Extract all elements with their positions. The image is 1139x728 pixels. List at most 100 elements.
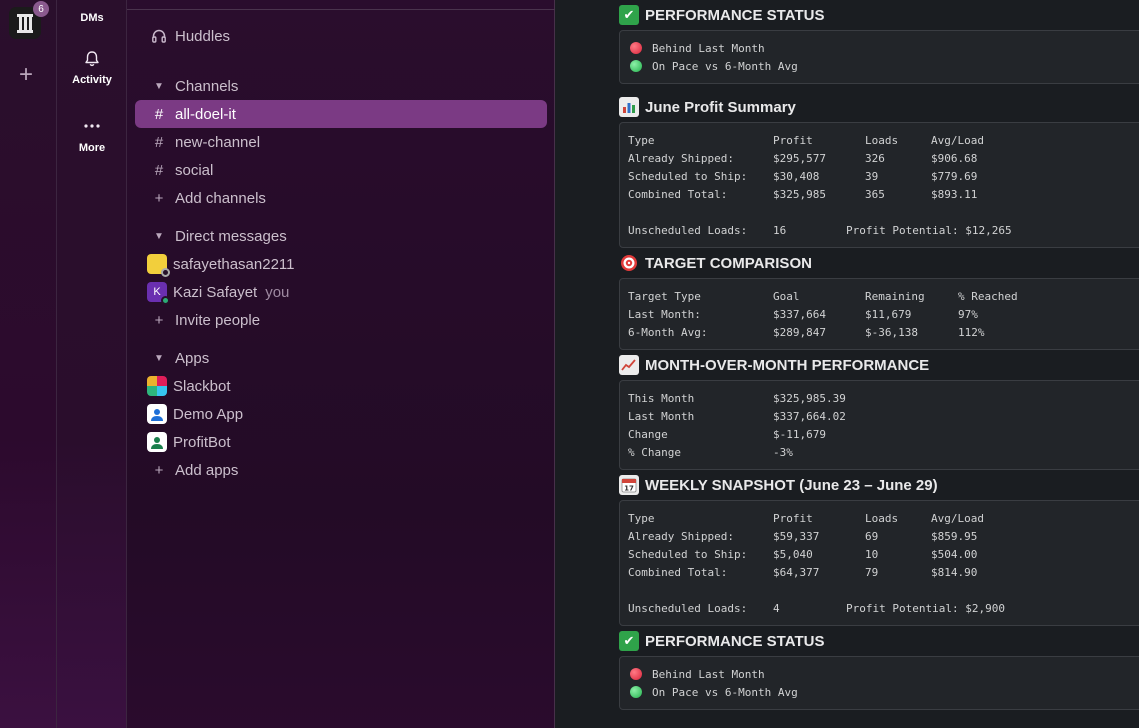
cell: This Month <box>628 392 695 405</box>
add-channels-button[interactable]: + Add channels <box>135 184 547 212</box>
caret-down-icon: ▼ <box>154 80 164 92</box>
plus-icon: + <box>154 311 164 329</box>
status-line: Behind Last Month <box>628 40 1139 58</box>
heading-text: PERFORMANCE STATUS <box>645 632 825 650</box>
channel-name: new-channel <box>175 133 261 151</box>
avatar <box>147 254 170 277</box>
col-header: Loads <box>865 134 899 147</box>
table-row: Scheduled to Ship: $30,408 39 $779.69 <box>628 168 1139 186</box>
status-line: On Pace vs 6-Month Avg <box>628 684 1139 702</box>
trend-up-icon <box>619 355 639 375</box>
heading-text: MONTH-OVER-MONTH PERFORMANCE <box>645 356 930 374</box>
green-circle-icon <box>630 686 642 698</box>
status-text: Behind Last Month <box>652 42 765 55</box>
nav-more[interactable]: More <box>57 118 127 154</box>
profitbot-icon <box>147 432 167 452</box>
cell: 97% <box>958 308 978 321</box>
cell: 69 <box>865 530 879 543</box>
cell: 10 <box>865 548 879 561</box>
cell: $295,577 <box>773 152 826 165</box>
sidebar-item-channel[interactable]: # social <box>135 156 547 184</box>
table-row: Last Month $337,664.02 <box>628 408 1139 426</box>
table-row: 6-Month Avg: $289,847 $-36,138 112% <box>628 324 1139 342</box>
table-row: Combined Total: $64,377 79 $814.90 <box>628 564 1139 582</box>
cell: $-36,138 <box>865 326 918 339</box>
sidebar-item-dm[interactable]: K Kazi Safayet you <box>135 278 547 306</box>
headphones-icon <box>149 28 169 44</box>
table-header: Type Profit Loads Avg/Load <box>628 132 1139 150</box>
workspace-rail: 6 + <box>0 0 56 728</box>
code-block: Type Profit Loads Avg/Load Already Shipp… <box>619 122 1139 248</box>
invite-people-button[interactable]: + Invite people <box>135 306 547 334</box>
status-line: On Pace vs 6-Month Avg <box>628 58 1139 76</box>
dm-section-header[interactable]: ▼ Direct messages <box>135 222 547 250</box>
table-row: Last Month: $337,664 $11,679 97% <box>628 306 1139 324</box>
add-workspace-icon[interactable]: + <box>15 63 37 87</box>
cell: $64,377 <box>773 566 820 579</box>
cell: $859.95 <box>931 530 978 543</box>
notification-badge: 6 <box>33 1 49 17</box>
heading-text: TARGET COMPARISON <box>645 254 812 272</box>
code-block: Type Profit Loads Avg/Load Already Shipp… <box>619 500 1139 626</box>
col-header: Profit <box>773 134 813 147</box>
cell: Profit Potential: $12,265 <box>846 224 1012 237</box>
nav-dms-label: DMs <box>80 12 104 24</box>
hash-icon: # <box>154 161 164 179</box>
col-header: Profit <box>773 512 813 525</box>
cell: Combined Total: <box>628 188 728 201</box>
section-label: Direct messages <box>175 227 287 245</box>
add-apps-label: Add apps <box>175 461 239 479</box>
section-heading: MONTH-OVER-MONTH PERFORMANCE <box>619 355 929 375</box>
calendar-icon: 17 <box>619 475 639 495</box>
section-heading: ✔ PERFORMANCE STATUS <box>619 5 824 25</box>
table-footer: Unscheduled Loads: 4 Profit Potential: $… <box>628 600 1139 618</box>
section-heading: June Profit Summary <box>619 97 796 117</box>
section-heading: TARGET COMPARISON <box>619 253 812 273</box>
cell: Scheduled to Ship: <box>628 170 748 183</box>
cell: $893.11 <box>931 188 978 201</box>
sidebar-item-app[interactable]: Demo App <box>135 400 547 428</box>
cell: $59,337 <box>773 530 820 543</box>
col-header: Type <box>628 134 655 147</box>
cell: $337,664 <box>773 308 826 321</box>
cell: $325,985 <box>773 188 826 201</box>
cell: 112% <box>958 326 985 339</box>
cell: $779.69 <box>931 170 978 183</box>
cell: $906.68 <box>931 152 978 165</box>
channels-section-header[interactable]: ▼ Channels <box>135 72 547 100</box>
section-heading: 17 WEEKLY SNAPSHOT (June 23 – June 29) <box>619 475 938 495</box>
col-header: Remaining <box>865 290 925 303</box>
slackbot-icon <box>147 376 167 396</box>
apps-section-header[interactable]: ▼ Apps <box>135 344 547 372</box>
avatar-initial: K <box>153 286 161 298</box>
cell: Already Shipped: <box>628 530 734 543</box>
table-row: Scheduled to Ship: $5,040 10 $504.00 <box>628 546 1139 564</box>
red-circle-icon <box>630 42 642 54</box>
sidebar-item-channel[interactable]: # new-channel <box>135 128 547 156</box>
code-block: Behind Last Month On Pace vs 6-Month Avg <box>619 30 1139 84</box>
cell: 39 <box>865 170 879 183</box>
cell: $337,664.02 <box>773 410 846 423</box>
sidebar-item-app[interactable]: Slackbot <box>135 372 547 400</box>
cell: $814.90 <box>931 566 978 579</box>
nav-activity[interactable]: Activity <box>57 50 127 86</box>
status-line: Behind Last Month <box>628 666 1139 684</box>
dm-name: safayethasan2211 <box>173 255 295 273</box>
target-icon <box>619 253 639 273</box>
avatar: K <box>147 282 170 305</box>
heading-text: June Profit Summary <box>645 98 796 116</box>
sidebar-item-app[interactable]: ProfitBot <box>135 428 547 456</box>
caret-down-icon: ▼ <box>154 352 164 364</box>
sidebar-item-dm[interactable]: safayethasan2211 <box>135 250 547 278</box>
cell: 4 <box>773 602 780 615</box>
nav-dms[interactable]: DMs <box>57 12 127 24</box>
add-apps-button[interactable]: + Add apps <box>135 456 547 484</box>
col-header: Avg/Load <box>931 134 984 147</box>
svg-text:17: 17 <box>624 485 634 493</box>
hash-icon: # <box>154 133 164 151</box>
sidebar-item-huddles[interactable]: Huddles <box>135 22 547 50</box>
sidebar-item-channel[interactable]: # all-doel-it <box>135 100 547 128</box>
table-row: Change $-11,679 <box>628 426 1139 444</box>
cell: Combined Total: <box>628 566 728 579</box>
